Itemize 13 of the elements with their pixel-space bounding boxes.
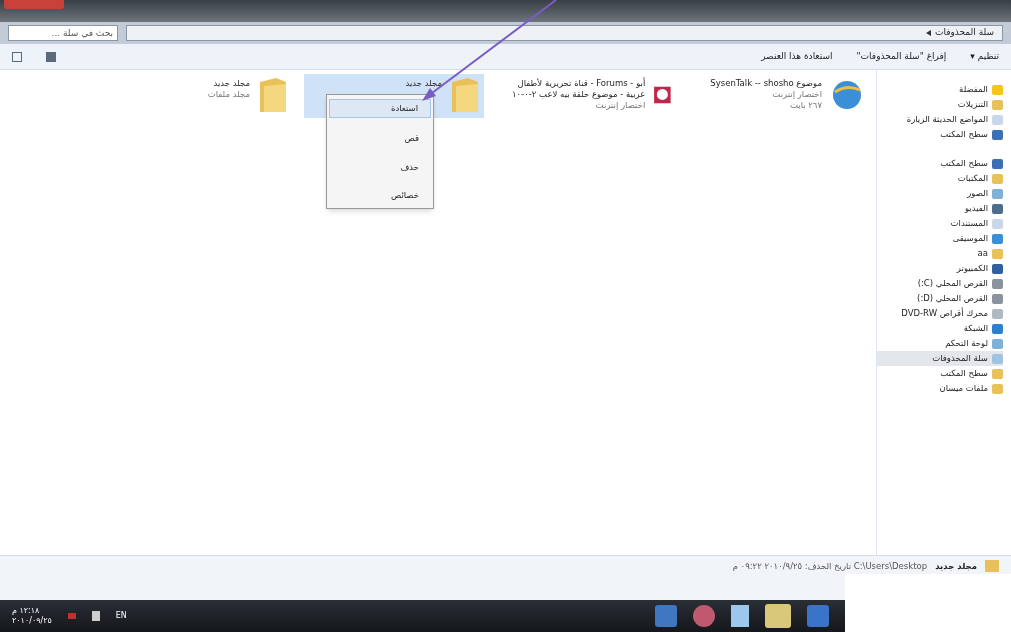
file-name: أبو - Forums - قناة تحريرية لأطفال عربية - موضوع حلقة بيه لاعب ٢-٠-١٠ <box>510 78 646 100</box>
file-name: مجلد جديد <box>212 78 250 89</box>
file-detail: مجلد ملفات <box>207 89 250 100</box>
path-text: سلة المحذوفات <box>934 26 994 40</box>
file-name: موضوع SysenTalk -- shosho <box>710 78 822 89</box>
details-name: مجلد جديد <box>935 560 977 573</box>
clock-date: ٢٠١٠/٠٩/٢٥ <box>12 616 52 626</box>
file-detail: ٢٦٧ بايت <box>788 100 822 111</box>
file-detail: اختصار إنترنت <box>594 100 646 111</box>
file-name: مجلد جديد <box>405 78 442 89</box>
clock-time: ١٢:١٨ م <box>12 606 41 616</box>
file-detail: اختصار إنترنت <box>771 89 822 100</box>
details-text: C:\Users\Desktop تاريخ الحذف: ٢٠١٠/٩/٢٥ ٠٩:٢٢ م <box>732 560 928 573</box>
